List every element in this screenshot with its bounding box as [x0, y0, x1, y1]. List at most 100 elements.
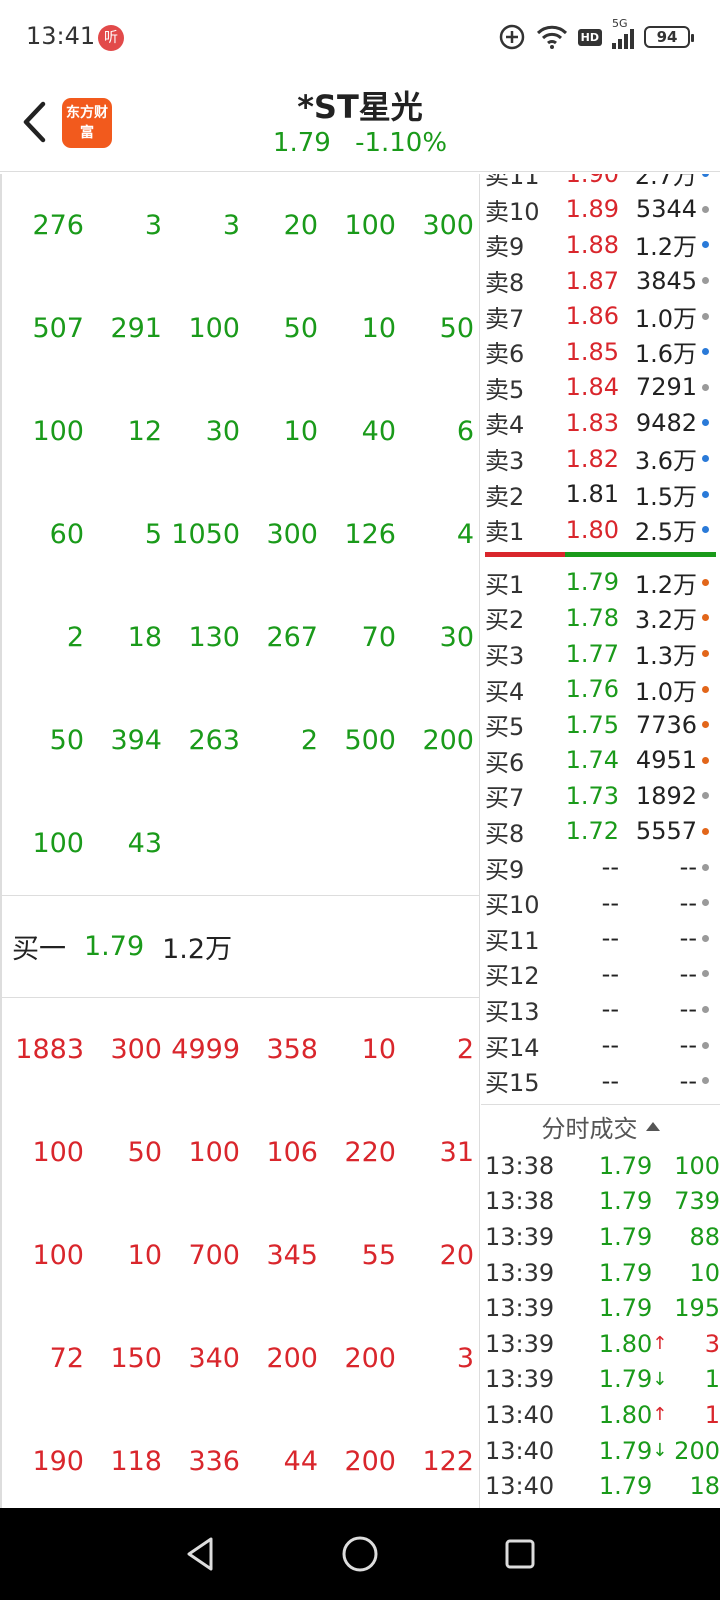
order-book-row[interactable]: 卖10 1.89 5344	[481, 192, 720, 228]
order-book-row[interactable]: 卖1 1.80 2.5万	[481, 512, 720, 548]
queue-row: 2 18 130 267 70 30	[2, 586, 479, 689]
order-book-row[interactable]: 买4 1.76 1.0万	[481, 671, 720, 707]
add-circle-icon	[499, 24, 524, 50]
order-dot-icon	[702, 419, 709, 427]
order-dot-icon	[702, 526, 709, 534]
queue-cell: 18	[127, 622, 162, 653]
queue-cell: 50	[439, 313, 474, 344]
order-dot-icon	[702, 827, 709, 835]
nav-home-button[interactable]	[330, 1524, 390, 1584]
order-book-label: 买8	[485, 819, 525, 848]
network-label: 5G	[612, 17, 628, 30]
order-book-volume: --	[679, 1031, 697, 1060]
order-book-label: 卖3	[485, 447, 525, 476]
order-dot-icon	[702, 205, 709, 213]
queue-cell: 118	[110, 1446, 162, 1477]
order-book-buys: 买1 1.79 1.2万 买2 1.78 3.2万 买3 1.77 1.3万 买4 1.76 1.0万…	[481, 565, 720, 1099]
order-book-row[interactable]: 卖5 1.84 7291	[481, 370, 720, 406]
queue-cell: 3	[222, 210, 240, 241]
order-book-price: --	[601, 959, 619, 988]
queue-cell: 2	[456, 1034, 474, 1065]
queue-cell: 31	[439, 1137, 474, 1168]
trade-row: 13:39 1.79 195	[481, 1290, 720, 1326]
order-book-row[interactable]: 买11 -- --	[481, 920, 720, 956]
order-book-row[interactable]: 卖11 1.90 2.7万	[481, 174, 720, 192]
trades-list[interactable]: 13:38 1.79 100 13:38 1.79 739 13:39 1.79 88 13:39…	[481, 1148, 720, 1504]
order-book-price: 1.75	[565, 710, 619, 739]
order-book-panel[interactable]: 卖111.902.7万卖101.895344卖91.881.2万卖81.8738…	[481, 174, 720, 1508]
order-book-row[interactable]: 买5 1.75 7736	[481, 707, 720, 743]
buy-one-label: 买一	[12, 934, 66, 965]
order-book-price: --	[601, 888, 619, 917]
trade-row: 13:38 1.79 100	[481, 1148, 720, 1184]
order-book-row[interactable]: 买8 1.72 5557	[481, 814, 720, 850]
queue-cell: 100	[188, 313, 240, 344]
queue-cell: 10	[127, 1240, 162, 1271]
queue-cell: 150	[110, 1343, 162, 1374]
status-bar: 13:41 听 HD 5G 94	[0, 0, 720, 72]
order-book-volume: 7291	[635, 373, 697, 402]
order-book-row[interactable]: 买7 1.73 1892	[481, 778, 720, 814]
nav-recents-button[interactable]	[490, 1524, 550, 1584]
order-book-row[interactable]: 卖4 1.83 9482	[481, 405, 720, 441]
trades-header[interactable]: 分时成交	[481, 1104, 720, 1148]
queue-cell: 100	[32, 1240, 84, 1271]
order-book-row[interactable]: 买14 -- --	[481, 1027, 720, 1063]
order-book-row[interactable]: 买12 -- --	[481, 956, 720, 992]
queue-cell: 10	[361, 313, 396, 344]
queue-row: 100 50 100 106 220 31	[2, 1101, 479, 1204]
order-dot-icon	[702, 614, 709, 622]
queue-cell: 5	[144, 519, 162, 550]
order-book-row[interactable]: 买9 -- --	[481, 849, 720, 885]
order-book-row[interactable]: 买10 -- --	[481, 885, 720, 921]
trade-volume: 739	[674, 1187, 720, 1216]
queue-cell: 500	[344, 725, 396, 756]
queue-cell: 106	[266, 1137, 318, 1168]
queue-cell: 44	[283, 1446, 318, 1477]
order-book-volume: --	[679, 995, 697, 1024]
arrow-down-icon: ↓	[652, 1368, 668, 1390]
buy-one-row: 买一 1.79 1.2万	[2, 895, 479, 998]
order-dot-icon	[702, 934, 709, 942]
order-book-row[interactable]: 卖3 1.82 3.6万	[481, 441, 720, 477]
trade-row: 13:40 1.79 ↓ 200	[481, 1433, 720, 1469]
order-book-row[interactable]: 买2 1.78 3.2万	[481, 600, 720, 636]
order-dot-icon	[702, 721, 709, 729]
battery-icon: 94	[644, 26, 694, 48]
queue-detail-panel[interactable]: 276 3 3 20 100 300 507 291 100 50 10 50 100 12 30 10 40 6…	[0, 174, 480, 1508]
order-book-row[interactable]: 卖8 1.87 3845	[481, 263, 720, 299]
arrow-up-icon: ↑	[652, 1333, 668, 1355]
order-book-row[interactable]: 卖2 1.81 1.5万	[481, 476, 720, 512]
queue-cell: 345	[266, 1240, 318, 1271]
trade-row: 13:39 1.79 88	[481, 1219, 720, 1255]
order-dot-icon	[702, 863, 709, 871]
order-book-row[interactable]: 买15 -- --	[481, 1063, 720, 1099]
nav-back-button[interactable]	[170, 1524, 230, 1584]
order-book-volume: 1.2万	[634, 233, 697, 262]
queue-cell: 50	[283, 313, 318, 344]
order-book[interactable]: 卖111.902.7万卖101.895344卖91.881.2万卖81.8738…	[481, 174, 720, 1104]
trade-price: 1.79	[598, 1365, 653, 1394]
order-book-label: 买6	[485, 748, 525, 777]
order-book-label: 卖6	[485, 340, 525, 369]
order-dot-icon	[702, 455, 709, 463]
order-book-row[interactable]: 买1 1.79 1.2万	[481, 565, 720, 601]
home-circle-icon	[342, 1536, 378, 1572]
order-book-volume: 5344	[635, 195, 697, 224]
trade-time: 13:40	[485, 1472, 555, 1501]
order-dot-icon	[702, 312, 709, 320]
queue-cell: 30	[205, 416, 240, 447]
order-book-row[interactable]: 买3 1.77 1.3万	[481, 636, 720, 672]
order-book-price: 1.85	[565, 337, 619, 366]
trade-volume: 1	[704, 1400, 720, 1429]
order-book-row[interactable]: 买13 -- --	[481, 992, 720, 1028]
order-book-row[interactable]: 买6 1.74 4951	[481, 743, 720, 779]
queue-cell: 336	[188, 1446, 240, 1477]
order-book-label: 买3	[485, 642, 525, 671]
order-book-volume: --	[679, 853, 697, 882]
order-book-row[interactable]: 卖6 1.85 1.6万	[481, 334, 720, 370]
buy-one-price: 1.79	[84, 931, 145, 962]
order-book-row[interactable]: 卖7 1.86 1.0万	[481, 298, 720, 334]
order-book-row[interactable]: 卖9 1.88 1.2万	[481, 227, 720, 263]
queue-cell: 300	[110, 1034, 162, 1065]
